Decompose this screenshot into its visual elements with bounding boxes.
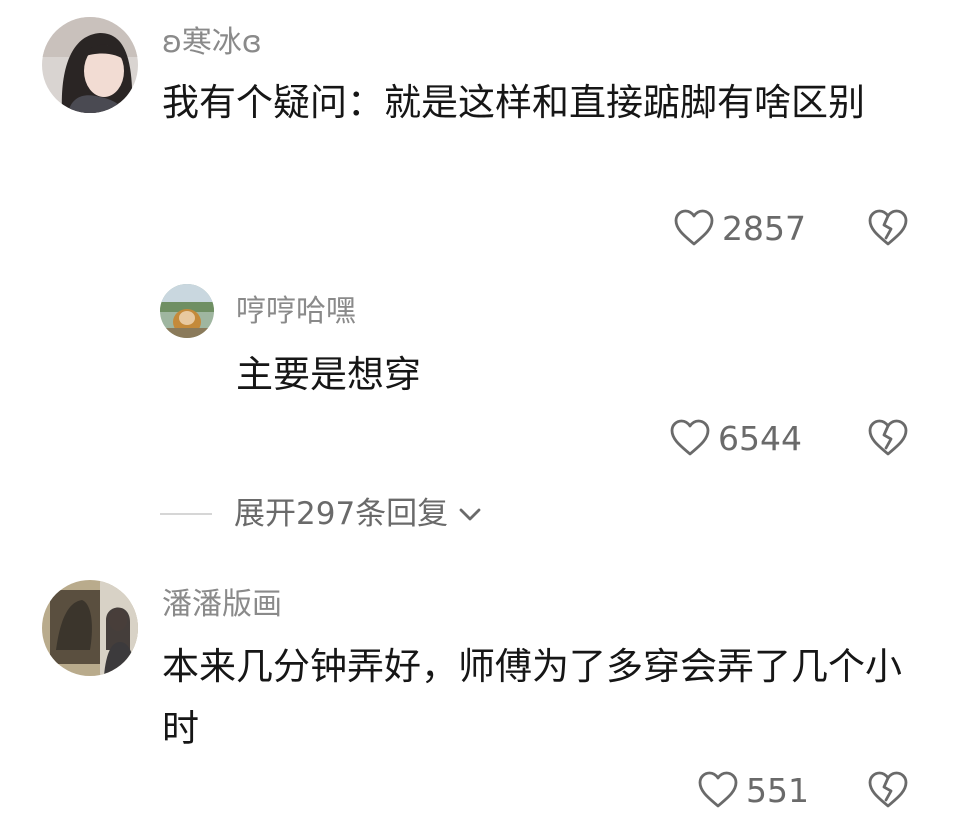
comment-text: 主要是想穿: [236, 353, 421, 396]
expand-replies-button[interactable]: 展开297条回复: [160, 492, 484, 536]
heart-outline-icon: [698, 771, 738, 808]
like-count: 2857: [722, 208, 806, 248]
avatar[interactable]: [160, 284, 214, 338]
comment-text: 我有个疑问：就是这样和直接踮脚有啥区别: [162, 81, 865, 124]
like-button[interactable]: 6544: [668, 416, 802, 460]
avatar[interactable]: [42, 580, 138, 676]
like-count: 6544: [718, 418, 802, 458]
avatar-photo-woman: [42, 17, 138, 113]
like-button[interactable]: 551: [696, 768, 809, 812]
avatar-photo-artwork: [42, 580, 138, 676]
comment-username[interactable]: 潘潘版画: [162, 590, 282, 620]
avatar[interactable]: [42, 17, 138, 113]
comment-username[interactable]: ʚ寒冰ɞ: [162, 28, 262, 58]
broken-heart-icon[interactable]: [866, 206, 910, 250]
heart-outline-icon: [674, 209, 714, 246]
broken-heart-icon[interactable]: [866, 416, 910, 460]
expand-replies-label: 展开297条回复: [234, 495, 449, 532]
broken-heart-icon[interactable]: [866, 768, 910, 812]
comment-text: 本来几分钟弄好，师傅为了多穿会弄了几个小时: [162, 645, 902, 750]
avatar-photo-scenery: [160, 284, 214, 338]
like-count: 551: [746, 770, 809, 810]
like-button[interactable]: 2857: [672, 206, 806, 250]
heart-outline-icon: [670, 419, 710, 456]
divider-line: [160, 513, 212, 515]
chevron-down-icon: [459, 508, 481, 521]
comment-username[interactable]: 哼哼哈嘿: [236, 297, 356, 327]
